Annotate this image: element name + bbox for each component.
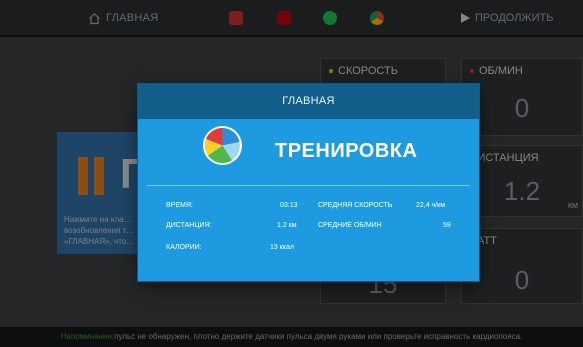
avg-rpm-label: СРЕДНИЕ ОБ/МИН xyxy=(318,222,382,229)
time-label: ВРЕМЯ: xyxy=(166,202,193,209)
time-value: 03:13 xyxy=(280,202,298,209)
avg-speed-value: 22,4 ч/км xyxy=(416,202,446,209)
calories-label: КАЛОРИИ: xyxy=(166,244,202,251)
avg-speed-label: СРЕДНЯЯ СКОРОСТЬ xyxy=(318,202,393,209)
distance-stat-value: 1.2 км xyxy=(277,222,297,229)
calories-value: 13 ккал xyxy=(270,244,294,251)
distance-stat-label: ДИСТАНЦИЯ: xyxy=(166,222,212,229)
dialog-header: ГЛАВНАЯ xyxy=(138,84,479,119)
avg-rpm-value: 59 xyxy=(443,222,451,229)
pie-chart-icon xyxy=(202,125,243,166)
dialog-title: ТРЕНИРОВКА xyxy=(275,140,418,162)
dialog-divider xyxy=(147,185,470,186)
workout-summary-dialog: ГЛАВНАЯ ТРЕНИРОВКА ВРЕМЯ: 03:13 СРЕДНЯЯ … xyxy=(138,84,479,281)
